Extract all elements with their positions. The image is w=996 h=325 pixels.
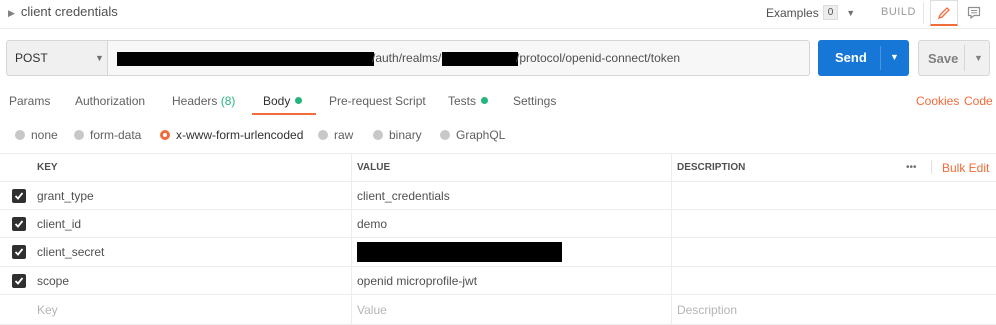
radio-urlencoded-label: x-www-form-urlencoded (176, 128, 304, 142)
radio-graphql[interactable]: GraphQL (440, 128, 505, 142)
table-row: client_id demo (0, 209, 996, 237)
tab-tests[interactable]: Tests (448, 94, 489, 108)
radio-binary[interactable]: binary (373, 128, 422, 142)
tab-tests-label: Tests (448, 94, 477, 108)
radio-none-label: none (31, 128, 58, 142)
divider (880, 46, 881, 70)
checkmark-icon (14, 220, 24, 228)
table-row: client_secret (0, 237, 996, 266)
redacted-realm (442, 52, 518, 66)
radio-binary-label: binary (389, 128, 422, 142)
more-options-icon[interactable]: ••• (906, 154, 917, 181)
send-label: Send (835, 50, 867, 65)
request-name[interactable]: ▶ client credentials (8, 4, 118, 19)
radio-none[interactable]: none (15, 128, 58, 142)
expand-caret-icon[interactable]: ▶ (8, 8, 15, 18)
radio-graphql-label: GraphQL (456, 128, 506, 142)
url-input[interactable]: /auth/realms/ /protocol/openid-connect/t… (108, 40, 810, 76)
examples-label: Examples (766, 5, 819, 20)
examples-count-badge: 0 (822, 5, 839, 20)
column-header-value: VALUE (357, 162, 391, 173)
method-select[interactable]: POST ▼ (6, 40, 108, 76)
chevron-down-icon: ▼ (95, 53, 104, 63)
code-link[interactable]: Code (964, 94, 993, 108)
request-name-label: client credentials (20, 4, 118, 19)
examples-dropdown[interactable]: Examples 0 ▼ (766, 5, 855, 20)
tab-settings[interactable]: Settings (513, 94, 556, 108)
radio-form-data-label: form-data (90, 128, 142, 142)
body-status-dot (295, 97, 303, 104)
param-key[interactable]: grant_type (37, 182, 94, 209)
pencil-icon (937, 6, 950, 19)
save-options-chevron-icon[interactable]: ▼ (974, 53, 983, 63)
param-key[interactable]: client_id (37, 210, 81, 237)
tab-body[interactable]: Body (263, 94, 303, 108)
url-path-realms: /auth/realms/ (372, 51, 442, 65)
method-label: POST (15, 51, 48, 65)
radio-icon (373, 130, 383, 140)
radio-icon (15, 130, 25, 140)
table-header: KEY VALUE DESCRIPTION ••• Bulk Edit (0, 153, 996, 181)
redacted-host (117, 52, 374, 66)
chevron-down-icon: ▼ (846, 7, 856, 18)
radio-raw[interactable]: raw (318, 128, 353, 142)
tests-status-dot (481, 97, 489, 104)
divider (931, 160, 932, 174)
checkmark-icon (14, 277, 24, 285)
cookies-link[interactable]: Cookies (916, 94, 959, 108)
row-checkbox[interactable] (12, 217, 26, 231)
send-options-chevron-icon[interactable]: ▼ (890, 52, 899, 62)
row-checkbox[interactable] (12, 245, 26, 259)
send-button[interactable]: Send ▼ (818, 40, 909, 76)
checkmark-icon (14, 192, 24, 200)
radio-icon (440, 130, 450, 140)
checkmark-icon (14, 248, 24, 256)
table-row: scope openid microprofile-jwt (0, 266, 996, 294)
bulk-edit-link[interactable]: Bulk Edit (942, 154, 989, 181)
redacted-secret-value (357, 242, 562, 262)
param-key[interactable]: client_secret (37, 238, 104, 266)
headers-count: (8) (220, 94, 236, 108)
radio-form-data[interactable]: form-data (74, 128, 141, 142)
new-value-input[interactable]: Value (357, 295, 387, 324)
table-row: grant_type client_credentials (0, 181, 996, 209)
new-key-input[interactable]: Key (37, 295, 58, 324)
url-path-token: /protocol/openid-connect/token (516, 51, 681, 65)
divider (923, 2, 924, 24)
tab-params[interactable]: Params (9, 94, 50, 108)
comment-icon (967, 6, 981, 20)
tab-headers[interactable]: Headers (8) (172, 94, 235, 108)
column-header-description: DESCRIPTION (677, 162, 746, 173)
radio-x-www-form-urlencoded[interactable]: x-www-form-urlencoded (160, 128, 303, 142)
edit-button[interactable] (930, 0, 958, 26)
build-mode-toggle[interactable]: BUILD (881, 6, 916, 18)
tab-headers-label: Headers (172, 94, 218, 108)
param-key[interactable]: scope (37, 267, 69, 294)
column-header-key: KEY (37, 162, 58, 173)
row-checkbox[interactable] (12, 189, 26, 203)
active-tab-indicator (252, 113, 316, 115)
tab-prerequest-script[interactable]: Pre-request Script (329, 94, 426, 108)
radio-selected-icon (160, 130, 170, 140)
radio-icon (318, 130, 328, 140)
save-button[interactable]: Save ▼ (918, 40, 990, 76)
save-label: Save (928, 51, 959, 66)
table-row-new: Key Value Description (0, 294, 996, 325)
radio-icon (74, 130, 84, 140)
row-checkbox[interactable] (12, 274, 26, 288)
tab-body-label: Body (263, 94, 291, 108)
param-value[interactable]: demo (357, 210, 387, 237)
tab-authorization[interactable]: Authorization (75, 94, 145, 108)
param-value[interactable]: client_credentials (357, 182, 450, 209)
comments-button[interactable] (960, 0, 988, 26)
divider (964, 45, 965, 71)
radio-raw-label: raw (334, 128, 354, 142)
new-description-input[interactable]: Description (677, 295, 737, 324)
param-value[interactable]: openid microprofile-jwt (357, 267, 477, 294)
